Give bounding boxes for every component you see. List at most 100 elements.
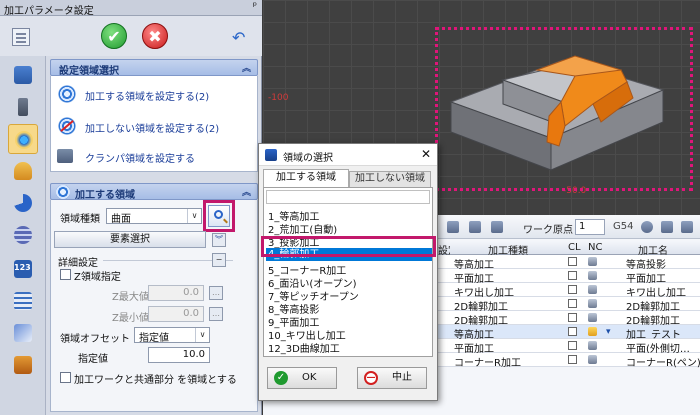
z-min-picker[interactable]: … xyxy=(209,307,223,321)
expand-icon[interactable]: ︾ xyxy=(212,233,226,247)
z-max-label: Z最大値 xyxy=(112,292,149,303)
cancel-button[interactable]: ✖ xyxy=(142,23,168,49)
table-row[interactable]: 2D輪郭加工 2D輪郭加工 xyxy=(438,311,700,327)
panel-title: 加工パラメータ設定 xyxy=(4,6,94,17)
z-area-checkbox[interactable] xyxy=(60,269,71,280)
detail-collapse-button[interactable]: − xyxy=(212,253,226,267)
table-row[interactable]: 等高加工 等高投影 xyxy=(438,255,700,271)
region-select-body: 加工する領域を設定する(2) 加工しない領域を設定する(2) クランパ領域を設定… xyxy=(50,76,258,172)
collapse-icon[interactable]: ︽ xyxy=(242,185,251,198)
layers-icon[interactable] xyxy=(8,350,38,380)
rotate-icon[interactable] xyxy=(8,188,38,218)
z-max-picker[interactable]: … xyxy=(209,286,223,300)
document-icon[interactable] xyxy=(12,28,30,46)
list-icon[interactable] xyxy=(8,286,38,316)
z-max-input[interactable]: 0.0 xyxy=(148,285,204,301)
target-icon xyxy=(57,85,77,103)
parameter-panel: 加工パラメータ設定 ᵖ ✔ ✖ ↶ 設定領域選択 ︽ 加工する領域を設定する(2… xyxy=(0,0,262,415)
region-type-label: 領域種類 xyxy=(60,214,100,225)
row-checkbox[interactable] xyxy=(568,257,577,266)
region-list[interactable]: 1_等高加工 2_荒加工(自動) 3_投影加工 4_輪郭加工 5_コーナーR加工… xyxy=(263,187,433,357)
row-checkbox[interactable] xyxy=(568,299,577,308)
row-checkbox[interactable] xyxy=(568,355,577,364)
ok-button[interactable]: ✔ xyxy=(101,23,127,49)
check-icon: ✓ xyxy=(274,371,288,385)
list-item-highlight xyxy=(261,236,436,257)
z-min-input[interactable]: 0.0 xyxy=(148,306,204,322)
region-select-header[interactable]: 設定領域選択 ︽ xyxy=(50,59,258,77)
selection-rectangle xyxy=(435,27,693,191)
chart-icon[interactable] xyxy=(681,221,693,233)
row-checkbox[interactable] xyxy=(568,285,577,294)
cl-icon xyxy=(588,285,597,294)
tool-list-icon[interactable] xyxy=(8,60,38,90)
cl-icon xyxy=(588,257,597,266)
z-min-label: Z最小値 xyxy=(112,313,149,324)
dialog-title: 領域の選択 xyxy=(283,153,333,164)
work-origin-label: ワーク原点 xyxy=(523,225,573,236)
collapse-icon[interactable]: ︽ xyxy=(242,61,251,74)
axis-label-y: -100 xyxy=(268,93,289,103)
dialog-cancel-button[interactable]: — 中止 xyxy=(357,367,427,389)
offset-mode-select[interactable]: 指定値 ∨ xyxy=(134,327,210,344)
side-toolbar xyxy=(0,56,46,415)
cl-icon xyxy=(588,313,597,322)
table-row-selected[interactable]: 等高加工 ▾ 加工_テスト xyxy=(438,325,700,341)
clamp-icon xyxy=(57,149,73,163)
row-checkbox[interactable] xyxy=(568,341,577,350)
table-header: 設定 加工種類 CL NC 加工名 xyxy=(438,241,700,257)
chevron-down-icon[interactable]: ∨ xyxy=(195,328,209,342)
settings-icon[interactable] xyxy=(8,318,38,348)
process-region-title: 加工する領域 xyxy=(75,190,135,201)
tab-exclude-region[interactable]: 加工しない領域 xyxy=(349,171,431,187)
list-sort-icon[interactable] xyxy=(491,221,503,233)
numbers-icon[interactable] xyxy=(8,254,38,284)
table-row[interactable]: キワ出し加工 キワ出し加工 xyxy=(438,283,700,299)
spec-value-label: 指定値 xyxy=(78,354,108,365)
person-icon[interactable] xyxy=(8,156,38,186)
search-highlight xyxy=(203,200,235,232)
table-row[interactable]: 平面加工 平面(外側切… xyxy=(438,339,700,355)
cl-icon xyxy=(588,327,597,336)
cl-icon xyxy=(588,271,597,280)
tool-holder-icon[interactable] xyxy=(8,92,38,122)
list-view-icon[interactable] xyxy=(447,221,459,233)
list-edit-icon[interactable] xyxy=(469,221,481,233)
table-row[interactable]: 平面加工 平面加工 xyxy=(438,269,700,285)
cl-icon xyxy=(588,299,597,308)
undo-icon[interactable]: ↶ xyxy=(232,28,245,47)
element-select-button[interactable]: 要素選択 xyxy=(54,231,206,248)
row-checkbox[interactable] xyxy=(568,271,577,280)
region-target-icon[interactable] xyxy=(8,124,38,154)
region-select-dialog: 領域の選択 ✕ 加工する領域 加工しない領域 1_等高加工 2_荒加工(自動) … xyxy=(258,143,438,401)
row-checkbox[interactable] xyxy=(568,327,577,336)
tab-process-region[interactable]: 加工する領域 xyxy=(263,169,349,187)
pin-icon[interactable]: ᵖ xyxy=(253,1,257,12)
nc-icon: ▾ xyxy=(606,327,611,337)
region-type-select[interactable]: 曲面 ∨ xyxy=(106,208,202,225)
grid-icon[interactable] xyxy=(661,221,673,233)
work-origin-select[interactable]: 1 xyxy=(575,219,605,235)
offset-label: 領域オフセット xyxy=(60,334,130,345)
coordinate-icon[interactable] xyxy=(641,221,653,233)
list-item[interactable]: 12_3D曲線加工 xyxy=(268,340,340,355)
cl-icon xyxy=(588,355,597,364)
app-icon xyxy=(265,149,277,161)
table-row[interactable]: コーナーR加工 コーナーR(ペン) xyxy=(438,353,700,369)
common-region-label: 加工ワークと共通部分 を領域とする xyxy=(74,375,237,386)
common-region-checkbox[interactable] xyxy=(60,372,71,383)
spec-value-input[interactable]: 10.0 xyxy=(148,347,210,363)
exclude-target-icon xyxy=(57,117,77,135)
z-area-label: Z領域指定 xyxy=(74,272,121,283)
filter-input[interactable] xyxy=(266,190,430,204)
no-entry-icon: — xyxy=(364,371,378,385)
table-row[interactable]: 2D輪郭加工 2D輪郭加工 xyxy=(438,297,700,313)
process-region-header[interactable]: 加工する領域 ︽ xyxy=(50,183,258,201)
close-icon[interactable]: ✕ xyxy=(421,147,431,161)
dialog-ok-button[interactable]: ✓ OK xyxy=(267,367,337,389)
region-select-title: 設定領域選択 xyxy=(59,66,119,77)
spiral-icon[interactable] xyxy=(8,220,38,250)
chevron-down-icon[interactable]: ∨ xyxy=(187,209,201,223)
dialog-titlebar: 領域の選択 ✕ xyxy=(259,144,437,166)
row-checkbox[interactable] xyxy=(568,313,577,322)
